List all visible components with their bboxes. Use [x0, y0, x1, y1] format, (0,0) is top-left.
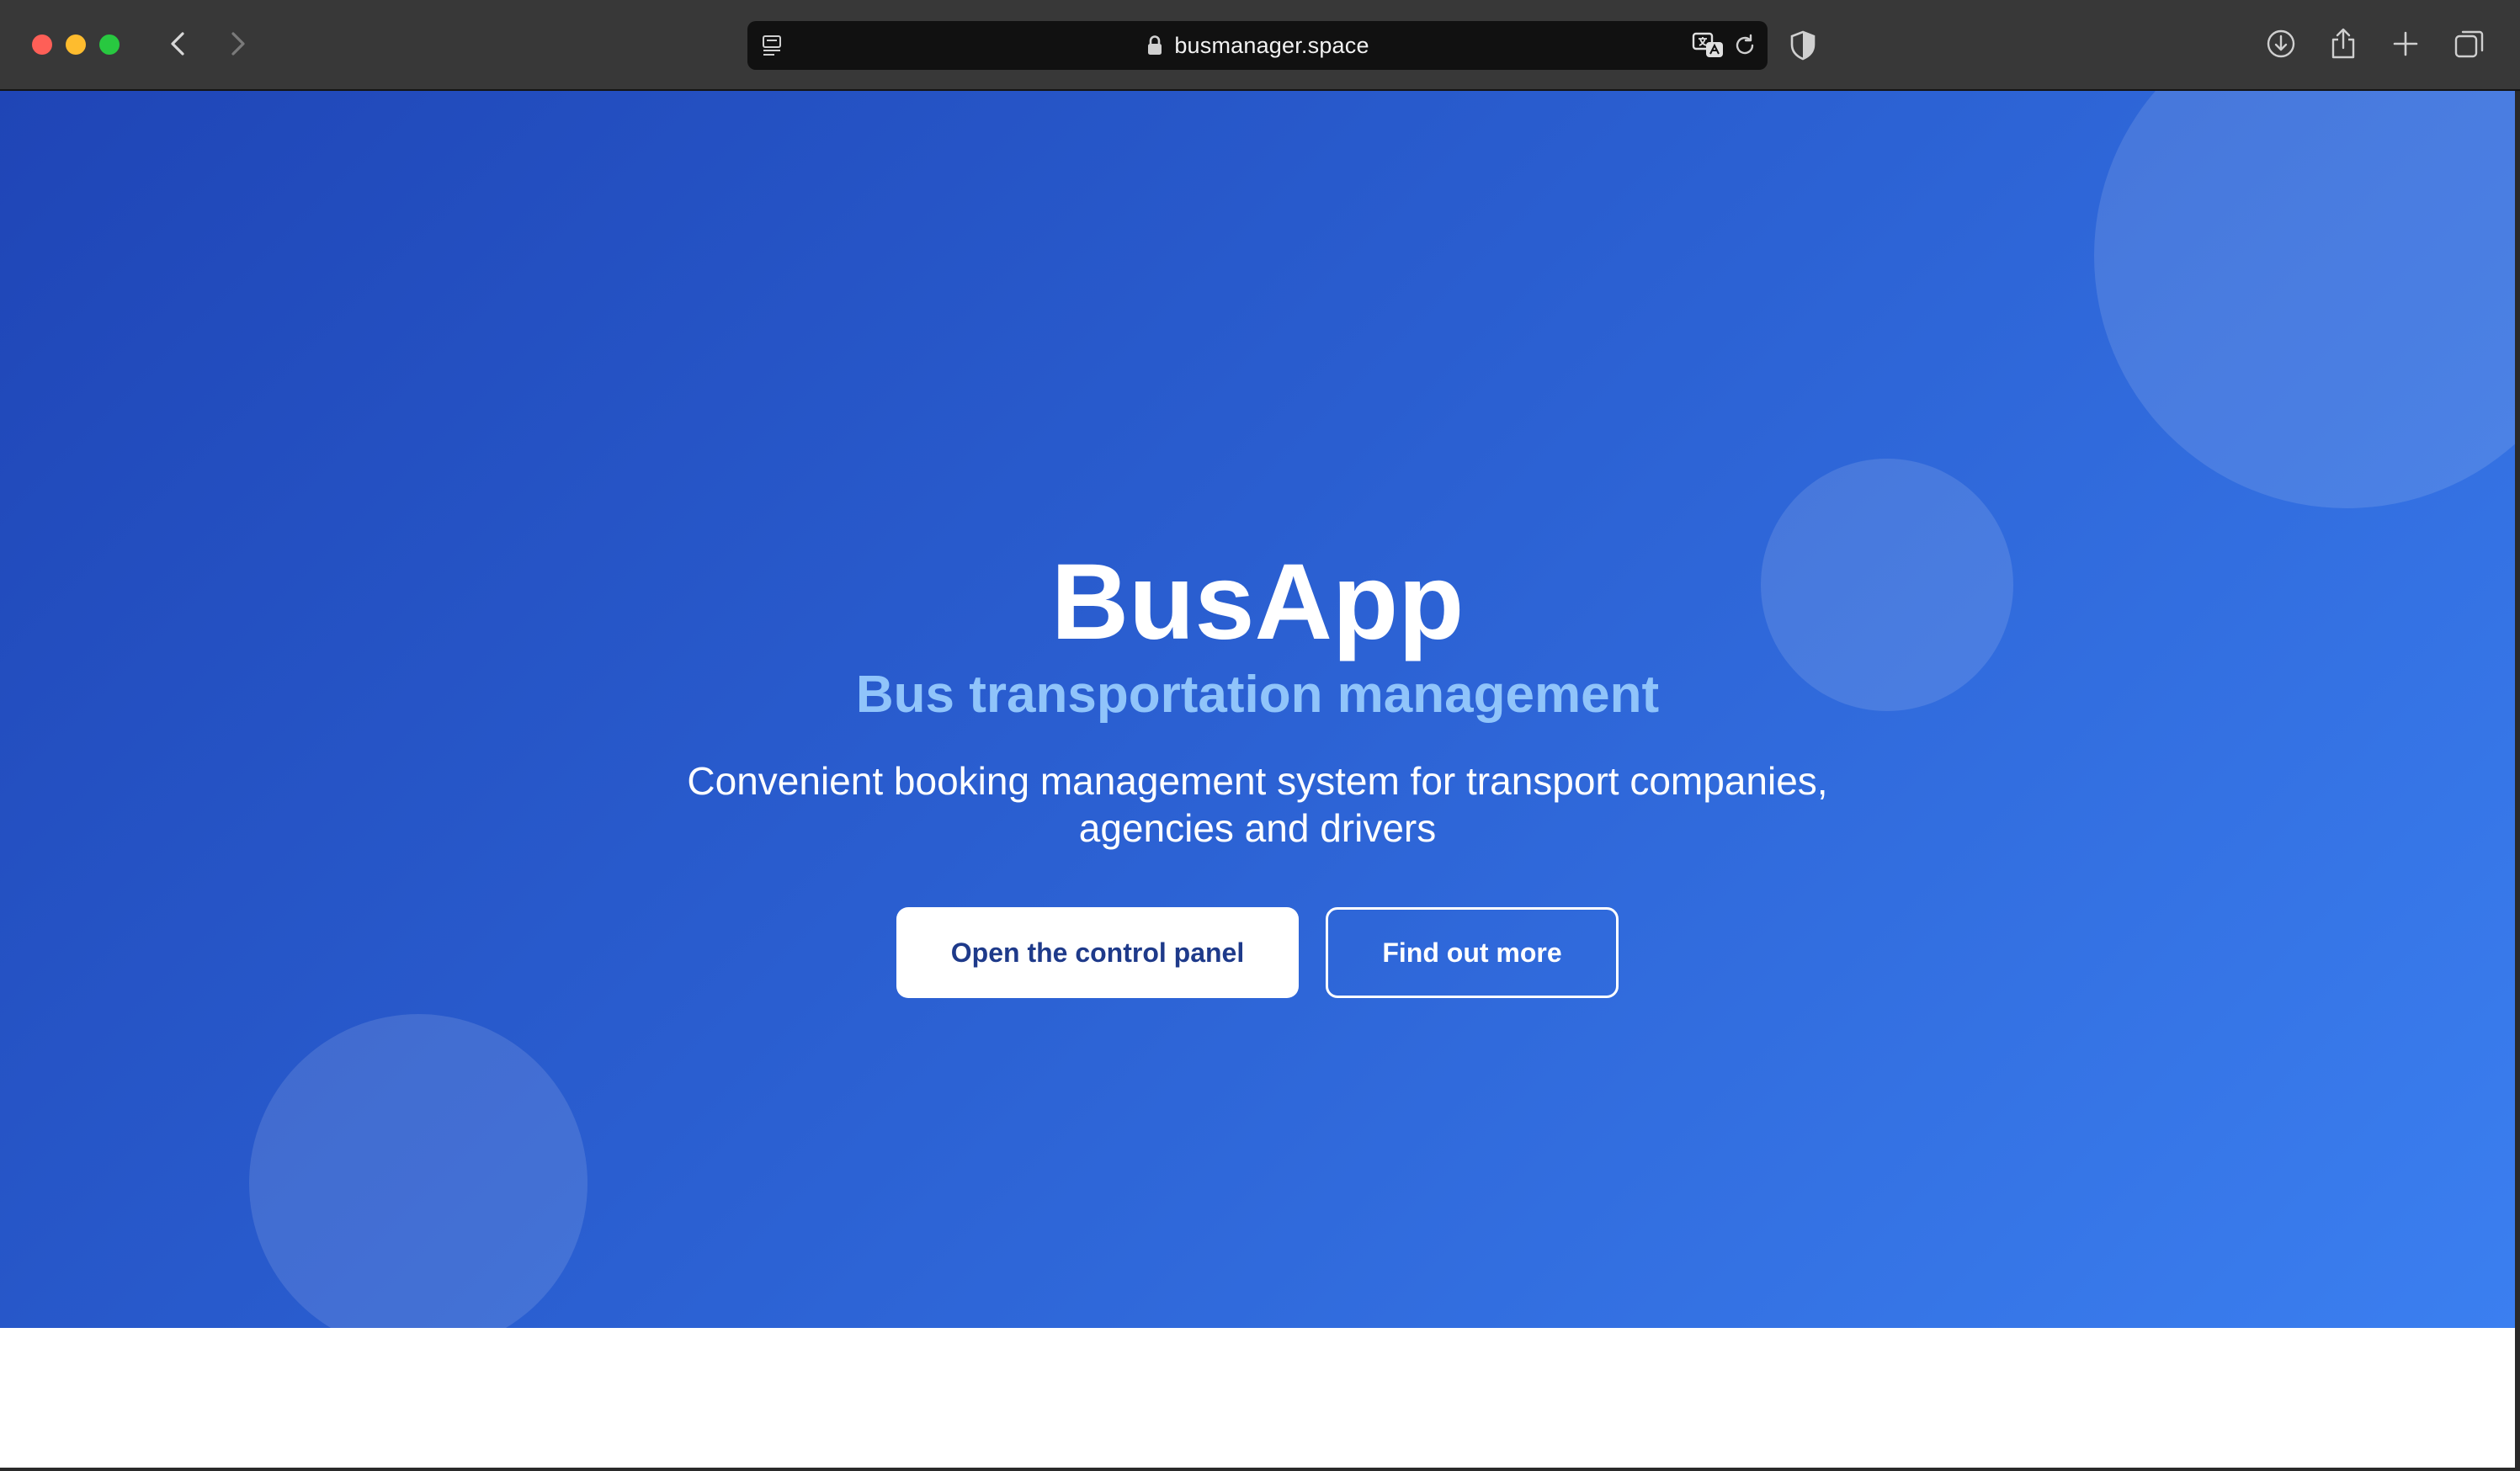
close-window-button[interactable]	[32, 35, 52, 55]
zoom-window-button[interactable]	[99, 35, 120, 55]
new-tab-button[interactable]	[2389, 27, 2422, 61]
shield-icon[interactable]	[1789, 30, 1816, 61]
chevron-left-icon	[171, 32, 184, 56]
forward-button[interactable]	[219, 25, 256, 62]
hero-content: BusApp Bus transportation management Con…	[0, 545, 2515, 998]
hero-section: BusApp Bus transportation management Con…	[0, 91, 2515, 1328]
share-button[interactable]	[2326, 27, 2360, 61]
decorative-circle	[249, 1014, 587, 1328]
back-button[interactable]	[160, 25, 197, 62]
browser-window: busmanager.space BusApp Bus transportati…	[0, 0, 2520, 1471]
lock-icon	[1148, 35, 1162, 55]
hero-actions: Open the control panel Find out more	[0, 907, 2515, 998]
download-icon	[2267, 29, 2295, 58]
address-bar[interactable]: busmanager.space	[747, 21, 1768, 70]
browser-toolbar: busmanager.space	[0, 0, 2520, 91]
download-button[interactable]	[2264, 27, 2298, 61]
hero-title: BusApp	[1050, 542, 1465, 662]
next-section	[0, 1328, 2515, 1468]
decorative-circle	[2094, 91, 2515, 508]
minimize-window-button[interactable]	[66, 35, 86, 55]
tabs-overview-icon	[2454, 30, 2484, 58]
tab-overview-button[interactable]	[2453, 27, 2486, 61]
page-viewport: BusApp Bus transportation management Con…	[0, 91, 2515, 1468]
open-control-panel-button[interactable]: Open the control panel	[896, 907, 1299, 998]
reload-icon[interactable]	[1732, 33, 1757, 58]
hero-description: Convenient booking management system for…	[687, 759, 1828, 850]
plus-icon	[2393, 31, 2418, 56]
url-text[interactable]: busmanager.space	[1174, 33, 1369, 59]
find-out-more-button[interactable]: Find out more	[1326, 907, 1619, 998]
share-icon	[2331, 28, 2355, 59]
hero-subtitle: Bus transportation management	[855, 666, 1660, 724]
chevron-right-icon	[231, 32, 245, 56]
translate-icon[interactable]	[1692, 31, 1725, 60]
